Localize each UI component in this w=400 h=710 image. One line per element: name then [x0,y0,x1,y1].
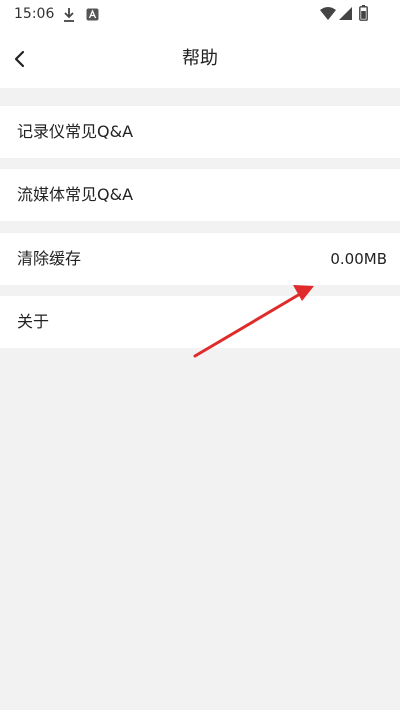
battery-icon [359,5,368,21]
status-time: 15:06 [14,6,55,22]
wifi-icon [320,7,336,20]
menu-item-recorder-faq[interactable]: 记录仪常见Q&A [0,106,400,158]
download-icon [64,8,74,22]
chevron-left-icon [14,50,25,68]
app-bar: 帮助 [0,30,400,88]
app-notification-icon [86,8,99,21]
page-title: 帮助 [182,48,218,69]
menu-item-about[interactable]: 关于 [0,296,400,348]
menu-item-label: 记录仪常见Q&A [17,122,134,141]
back-button[interactable] [0,38,40,80]
menu-item-streaming-faq[interactable]: 流媒体常见Q&A [0,169,400,221]
menu-item-label: 关于 [17,312,50,331]
signal-icon [339,7,352,20]
menu-item-clear-cache[interactable]: 清除缓存 0.00MB [0,233,400,285]
menu-item-label: 清除缓存 [17,249,82,268]
cache-size-value: 0.00MB [330,250,387,268]
menu-item-label: 流媒体常见Q&A [17,185,134,204]
status-bar: 15:06 [0,0,400,30]
